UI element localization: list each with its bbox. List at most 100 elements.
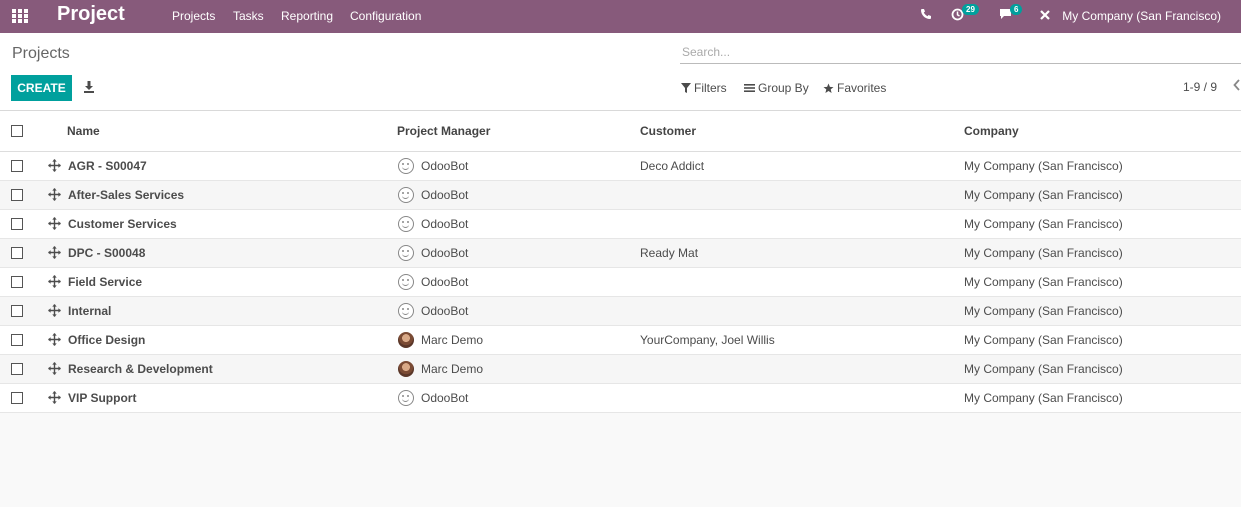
row-checkbox[interactable] [11, 363, 23, 375]
create-button[interactable]: CREATE [11, 75, 72, 101]
user-avatar [398, 361, 414, 377]
company: My Company (San Francisco) [964, 275, 1123, 289]
filter-icon [681, 83, 691, 93]
customer: Ready Mat [640, 246, 699, 260]
star-icon [823, 83, 834, 93]
menu-tasks[interactable]: Tasks [233, 9, 264, 23]
menu-configuration[interactable]: Configuration [350, 9, 421, 23]
table-row[interactable]: DPC - S00048 OdooBot Ready Mat My Company (… [0, 239, 1241, 268]
table-row[interactable]: Field Service OdooBot My Company (San Fran… [0, 268, 1241, 297]
pager-value[interactable]: 1-9 / 9 [1183, 80, 1217, 94]
app-title[interactable]: Project [57, 3, 125, 26]
company: My Company (San Francisco) [964, 246, 1123, 260]
project-name[interactable]: Internal [68, 304, 111, 318]
row-checkbox[interactable] [11, 160, 23, 172]
row-checkbox[interactable] [11, 305, 23, 317]
table-row[interactable]: After-Sales Services OdooBot My Company (S… [0, 181, 1241, 210]
column-header-manager[interactable]: Project Manager [397, 124, 490, 138]
bot-avatar-icon [398, 216, 414, 232]
drag-handle-icon[interactable] [48, 246, 61, 259]
top-navbar: Project Projects Tasks Reporting Configu… [0, 0, 1241, 33]
company: My Company (San Francisco) [964, 188, 1123, 202]
table-header: Name Project Manager Customer Company [0, 111, 1241, 152]
company: My Company (San Francisco) [964, 217, 1123, 231]
project-manager: OdooBot [421, 391, 469, 405]
select-all-checkbox[interactable] [11, 125, 23, 137]
list-icon [744, 84, 755, 92]
company: My Company (San Francisco) [964, 391, 1123, 405]
row-checkbox[interactable] [11, 247, 23, 259]
group-by-button[interactable]: Group By [744, 81, 809, 95]
bot-avatar-icon [398, 245, 414, 261]
bot-avatar-icon [398, 274, 414, 290]
row-checkbox[interactable] [11, 392, 23, 404]
company: My Company (San Francisco) [964, 159, 1123, 173]
drag-handle-icon[interactable] [48, 391, 61, 404]
column-header-customer[interactable]: Customer [640, 124, 696, 138]
drag-handle-icon[interactable] [48, 159, 61, 172]
chevron-left-icon[interactable] [1233, 79, 1241, 91]
filters-label: Filters [694, 81, 727, 95]
row-checkbox[interactable] [11, 218, 23, 230]
user-avatar [398, 332, 414, 348]
company: My Company (San Francisco) [964, 304, 1123, 318]
table-row[interactable]: Research & Development Marc Demo My Compan… [0, 355, 1241, 384]
project-name[interactable]: Office Design [68, 333, 145, 347]
project-manager: OdooBot [421, 188, 469, 202]
breadcrumb: Projects [12, 45, 70, 62]
bot-avatar-icon [398, 158, 414, 174]
group-by-label: Group By [758, 81, 809, 95]
customer: YourCompany, Joel Willis [640, 333, 775, 347]
company-switcher[interactable]: My Company (San Francisco) [1062, 9, 1221, 23]
company: My Company (San Francisco) [964, 333, 1123, 347]
project-manager: Marc Demo [421, 333, 484, 347]
row-checkbox[interactable] [11, 189, 23, 201]
column-header-company[interactable]: Company [964, 124, 1019, 138]
project-manager: OdooBot [421, 217, 469, 231]
table-row[interactable]: Office Design Marc Demo YourCompany, Joel … [0, 326, 1241, 355]
bot-avatar-icon [398, 390, 414, 406]
company: My Company (San Francisco) [964, 362, 1123, 376]
project-name[interactable]: AGR - S00047 [68, 159, 147, 173]
project-name[interactable]: VIP Support [68, 391, 136, 405]
drag-handle-icon[interactable] [48, 304, 61, 317]
customer: Deco Addict [640, 159, 705, 173]
drag-handle-icon[interactable] [48, 188, 61, 201]
search-bar [680, 41, 1241, 64]
download-icon[interactable] [83, 80, 95, 94]
projects-list: Name Project Manager Customer Company AG… [0, 111, 1241, 413]
project-name[interactable]: Research & Development [68, 362, 213, 376]
project-manager: OdooBot [421, 246, 469, 260]
drag-handle-icon[interactable] [48, 217, 61, 230]
project-manager: OdooBot [421, 159, 469, 173]
row-checkbox[interactable] [11, 334, 23, 346]
favorites-label: Favorites [837, 81, 887, 95]
project-name[interactable]: After-Sales Services [68, 188, 184, 202]
bot-avatar-icon [398, 187, 414, 203]
table-row[interactable]: Internal OdooBot My Company (San Francisco… [0, 297, 1241, 326]
search-input[interactable] [680, 41, 1241, 63]
drag-handle-icon[interactable] [48, 333, 61, 346]
filters-button[interactable]: Filters [681, 81, 727, 95]
menu-projects[interactable]: Projects [172, 9, 215, 23]
phone-icon[interactable] [920, 8, 932, 20]
apps-menu-icon[interactable] [12, 9, 28, 23]
table-row[interactable]: VIP Support OdooBot My Company (San Franci… [0, 384, 1241, 413]
menu-reporting[interactable]: Reporting [281, 9, 333, 23]
project-name[interactable]: DPC - S00048 [68, 246, 145, 260]
row-checkbox[interactable] [11, 276, 23, 288]
project-name[interactable]: Customer Services [68, 217, 177, 231]
drag-handle-icon[interactable] [48, 275, 61, 288]
column-header-name[interactable]: Name [67, 124, 100, 138]
favorites-button[interactable]: Favorites [823, 81, 886, 95]
project-manager: OdooBot [421, 275, 469, 289]
drag-handle-icon[interactable] [48, 362, 61, 375]
table-row[interactable]: AGR - S00047 OdooBot Deco Addict My Company… [0, 152, 1241, 181]
activity-badge: 29 [962, 4, 979, 15]
messages-badge: 6 [1010, 4, 1023, 15]
bot-avatar-icon [398, 303, 414, 319]
control-panel: Projects CREATE Filters Group By Favorit… [0, 33, 1241, 111]
table-row[interactable]: Customer Services OdooBot My Company (San … [0, 210, 1241, 239]
project-name[interactable]: Field Service [68, 275, 142, 289]
debug-tools-icon[interactable] [1039, 9, 1051, 21]
